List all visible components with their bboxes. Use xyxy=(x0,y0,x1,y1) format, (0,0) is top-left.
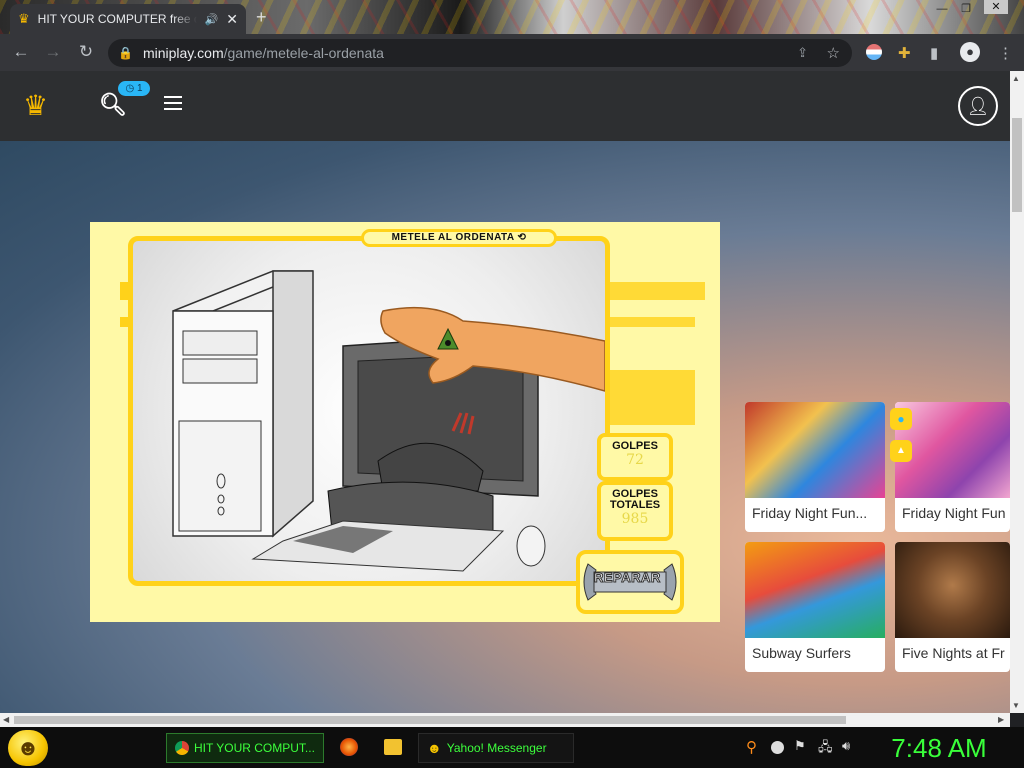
yahoo-messenger-icon: ☻ xyxy=(427,740,442,756)
browser-tab[interactable]: ♛ HIT YOUR COMPUTER free o 🔊 ✕ xyxy=(10,4,246,34)
scroll-up-arrow-icon[interactable]: ▲ xyxy=(1012,74,1020,83)
history-badge-count: 1 xyxy=(136,83,143,94)
url-host: miniplay.com xyxy=(142,45,224,61)
search-icon[interactable]: 🔍︎ xyxy=(99,94,127,116)
repair-label: REPARAR xyxy=(594,570,661,586)
firefox-icon[interactable] xyxy=(340,738,358,756)
scroll-left-arrow-icon[interactable]: ◀ xyxy=(3,715,9,724)
back-arrow-icon[interactable]: ← xyxy=(9,40,33,64)
tray-action-center-flag-icon[interactable]: ⚑ xyxy=(794,738,806,754)
game-card-title: Friday Night Fun xyxy=(902,505,1006,521)
game-thumbnail xyxy=(895,402,1010,498)
hamburger-menu-icon[interactable] xyxy=(164,96,182,110)
game-card[interactable]: Subway Surfers xyxy=(745,542,885,672)
carousel-nav-icon[interactable]: ● xyxy=(890,408,912,430)
game-title-text: METELE AL ORDENATA xyxy=(391,232,515,243)
total-hits-label-line2: TOTALES xyxy=(609,499,661,511)
address-bar[interactable]: 🔒 miniplay.com/game/metele-al-ordenata ⇪… xyxy=(108,39,852,67)
user-account-icon[interactable]: 👤︎ xyxy=(958,86,998,126)
game-card[interactable]: Friday Night Fun... xyxy=(745,402,885,532)
taskbar-messenger-label: Yahoo! Messenger xyxy=(446,741,547,755)
tab-title: HIT YOUR COMPUTER free o xyxy=(37,12,197,26)
game-thumbnail xyxy=(895,542,1010,638)
file-explorer-icon[interactable] xyxy=(384,739,402,755)
game-thumbnail xyxy=(745,542,885,638)
url-path: /game/metele-al-ordenata xyxy=(223,45,384,61)
browser-menu-icon[interactable]: ⋮ xyxy=(998,44,1013,62)
hits-score-box: GOLPES 72 xyxy=(597,433,673,481)
horizontal-scroll-thumb[interactable] xyxy=(14,716,846,724)
scroll-right-arrow-icon[interactable]: ▶ xyxy=(998,715,1004,724)
restore-button[interactable]: ❐ xyxy=(954,2,978,16)
close-window-button[interactable]: ✕ xyxy=(984,0,1008,14)
site-logo-crown-icon[interactable]: ♛ xyxy=(23,92,48,120)
reload-icon[interactable]: ↻ xyxy=(74,40,98,64)
share-icon[interactable]: ⇪ xyxy=(797,45,808,61)
vertical-scroll-thumb[interactable] xyxy=(1012,118,1022,212)
tray-search-icon[interactable]: ⚲ xyxy=(746,738,757,756)
broken-computer-illustration xyxy=(172,270,606,572)
game-card-title: Subway Surfers xyxy=(752,645,851,661)
tray-status-icon[interactable] xyxy=(771,741,784,754)
tab-close-icon[interactable]: ✕ xyxy=(226,11,238,28)
taskbar-chrome-button[interactable]: HIT YOUR COMPUT... xyxy=(166,733,324,763)
hits-value: 72 xyxy=(626,452,644,468)
extensions-puzzle-icon[interactable]: ✚ xyxy=(898,44,911,62)
taskbar-chrome-label: HIT YOUR COMPUT... xyxy=(194,741,315,755)
tray-volume-icon[interactable]: 🔊︎ xyxy=(842,738,850,754)
minimize-button[interactable]: — xyxy=(930,2,954,16)
history-badge[interactable]: ◷ 1 xyxy=(118,81,150,96)
forward-arrow-icon[interactable]: → xyxy=(41,40,65,64)
taskbar-messenger-button[interactable]: ☻ Yahoo! Messenger xyxy=(418,733,574,763)
repair-button[interactable]: REPARAR xyxy=(576,550,684,614)
extension-flag-icon[interactable] xyxy=(866,44,882,60)
taskbar-clock[interactable]: 7:48 AM xyxy=(884,731,994,765)
game-card[interactable]: Friday Night Fun xyxy=(895,402,1010,532)
new-tab-button[interactable]: + xyxy=(256,8,267,26)
crown-favicon-icon: ♛ xyxy=(18,11,30,26)
total-hits-score-box: GOLPES TOTALES 985 xyxy=(597,481,673,541)
game-card-title: Five Nights at Fr xyxy=(902,645,1005,661)
chrome-icon xyxy=(175,741,189,755)
game-title: METELE AL ORDENATA ⟲ xyxy=(361,229,557,247)
site-header xyxy=(0,71,1010,141)
tray-network-icon[interactable]: 🖧 xyxy=(818,738,833,760)
game-scene[interactable] xyxy=(128,236,610,586)
profile-avatar-icon[interactable]: ● xyxy=(960,42,980,62)
game-thumbnail xyxy=(745,402,885,498)
audio-playing-icon[interactable]: 🔊 xyxy=(205,13,219,26)
bookmark-star-icon[interactable]: ☆ xyxy=(827,44,840,62)
hits-label: GOLPES xyxy=(612,440,658,452)
game-card-title: Friday Night Fun... xyxy=(752,505,868,521)
carousel-triangle-icon[interactable]: ▲ xyxy=(890,440,912,462)
total-hits-value: 985 xyxy=(621,511,649,527)
lock-icon: 🔒 xyxy=(118,46,133,60)
sound-toggle-icon[interactable]: ⟲ xyxy=(518,232,527,243)
browser-toolbar: ← → ↻ 🔒 miniplay.com/game/metele-al-orde… xyxy=(0,34,1024,71)
scroll-down-arrow-icon[interactable]: ▼ xyxy=(1012,701,1020,710)
side-panel-icon[interactable]: ▮ xyxy=(930,44,938,62)
start-button-smiley-icon[interactable]: ☻ xyxy=(8,730,48,766)
game-card[interactable]: Five Nights at Fr xyxy=(895,542,1010,672)
